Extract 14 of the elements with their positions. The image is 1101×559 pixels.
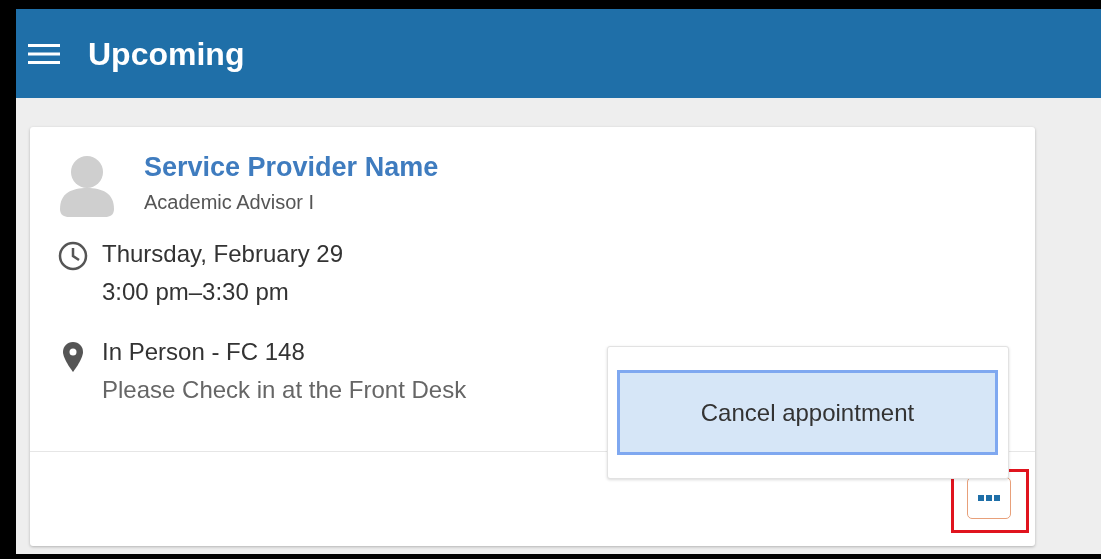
provider-role: Academic Advisor I [144,190,316,215]
menu-icon[interactable] [28,42,60,65]
location-pin-icon [62,341,84,373]
avatar-icon [58,155,116,217]
clock-icon [58,241,88,271]
location: In Person - FC 148 [102,337,306,367]
ellipsis-icon [978,495,1000,501]
page-title: Upcoming [88,34,245,74]
menu-item[interactable]: Cancel appointment [617,370,998,455]
appointment-date: Thursday, February 29 [102,239,343,269]
more-options-button[interactable] [967,477,1011,519]
location-note: Please Check in at the Front Desk [102,375,467,405]
appointment-time: 3:00 pm–3:30 pm [102,277,290,307]
provider-name[interactable]: Service Provider Name [144,149,439,185]
